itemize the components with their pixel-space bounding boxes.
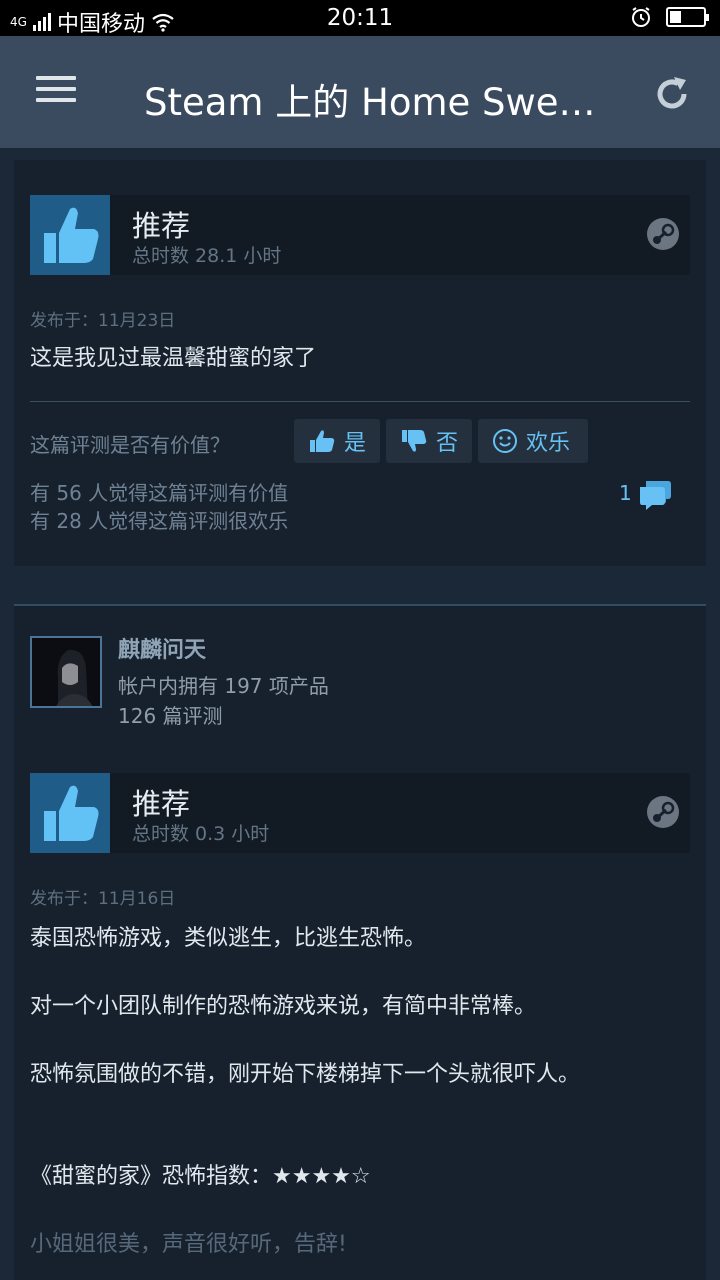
avatar[interactable] (30, 636, 102, 708)
divider (30, 401, 690, 402)
posted-date: 发布于：11月23日 (30, 311, 176, 331)
playtime: 总时数 28.1 小时 (132, 245, 282, 267)
comment-count[interactable]: 1 (619, 481, 632, 505)
review-card: 推荐 总时数 28.1 小时 发布于：11月23日 这是我见过最温馨甜蜜的家了 … (14, 160, 706, 566)
review-stats: 有 56 人觉得这篇评测有价值 有 28 人觉得这篇评测很欢乐 (30, 479, 288, 535)
refresh-icon[interactable] (652, 74, 692, 114)
thumbs-up-icon (30, 773, 110, 853)
author-review-count: 126 篇评测 (118, 704, 223, 728)
steam-logo-icon (647, 796, 679, 828)
vote-funny-label: 欢乐 (526, 431, 571, 456)
vote-funny-button[interactable]: 欢乐 (478, 419, 588, 463)
comment-icon[interactable] (638, 478, 672, 512)
smiley-icon (493, 429, 517, 453)
vote-no-label: 否 (435, 431, 458, 456)
recommendation-label: 推荐 (132, 787, 191, 821)
recommendation-label: 推荐 (132, 209, 191, 243)
page-title: Steam 上的 Home Sweet Home (144, 81, 604, 124)
status-bar: 4G 中国移动 20:11 (0, 0, 720, 37)
steam-logo-icon (647, 218, 679, 250)
posted-date: 发布于：11月16日 (30, 889, 176, 909)
app-bar: Steam 上的 Home Sweet Home (0, 36, 720, 148)
review-card: 麒麟问天 帐户内拥有 197 项产品 126 篇评测 推荐 总时数 0.3 小时… (14, 604, 706, 1280)
author-products: 帐户内拥有 197 项产品 (118, 674, 329, 698)
vote-yes-button[interactable]: 是 (294, 419, 380, 463)
playtime: 总时数 0.3 小时 (132, 823, 270, 845)
battery-icon (666, 7, 709, 27)
recommendation-box: 推荐 总时数 0.3 小时 (30, 773, 690, 853)
thumbs-up-icon (30, 195, 110, 275)
thumbs-down-icon (401, 430, 427, 452)
review-paragraph: 《甜蜜的家》恐怖指数：★★★★☆ (30, 1164, 371, 1189)
helpful-question: 这篇评测是否有价值？ (30, 433, 230, 457)
thumbs-up-icon (309, 430, 335, 452)
funny-count: 有 28 人觉得这篇评测很欢乐 (30, 509, 289, 533)
helpful-count: 有 56 人觉得这篇评测有价值 (30, 481, 289, 505)
clock: 20:11 (326, 5, 394, 31)
review-paragraph: 恐怖氛围做的不错，刚开始下楼梯掉下一个头就很吓人。 (30, 1062, 581, 1087)
alarm-icon (632, 7, 650, 27)
recommendation-box: 推荐 总时数 28.1 小时 (30, 195, 690, 275)
author-name[interactable]: 麒麟问天 (118, 632, 206, 664)
review-paragraph: 泰国恐怖游戏，类似逃生，比逃生恐怖。 (30, 926, 427, 951)
vote-yes-label: 是 (343, 431, 366, 456)
review-body: 这是我见过最温馨甜蜜的家了 (30, 346, 317, 371)
review-paragraph-faded: 小姐姐很美，声音很好听，告辞! (30, 1232, 347, 1257)
review-paragraph: 对一个小团队制作的恐怖游戏来说，有简中非常棒。 (30, 994, 537, 1019)
hamburger-icon[interactable] (36, 76, 76, 106)
vote-no-button[interactable]: 否 (386, 419, 472, 463)
